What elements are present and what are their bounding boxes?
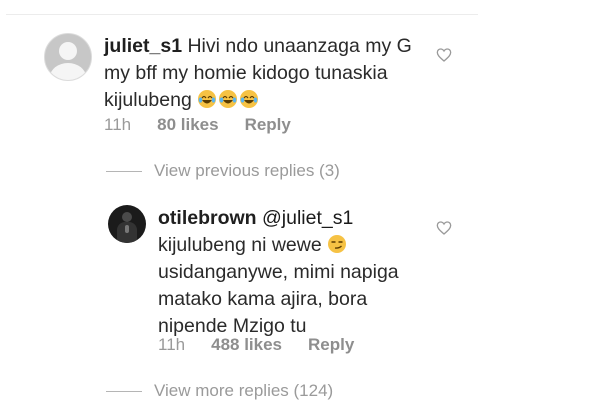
comment-text: juliet_s1 Hivi ndo unaanzaga my G my bff…: [104, 33, 412, 114]
view-previous-replies-link[interactable]: View previous replies (3): [106, 161, 340, 181]
comment-time: 11h: [104, 115, 132, 134]
view-previous-replies-label: View previous replies (3): [154, 161, 340, 180]
view-more-replies-link[interactable]: View more replies (124): [106, 381, 333, 401]
like-heart-icon[interactable]: [436, 47, 452, 63]
mention-link[interactable]: @juliet_s1: [262, 207, 353, 229]
emoji-row: [197, 89, 260, 111]
reply-text-line3: matako kama ajira, bora: [158, 288, 368, 310]
comment-text-line3: kijulubeng: [104, 89, 192, 111]
smirk-emoji-icon: [328, 235, 347, 253]
avatar-icon[interactable]: [108, 205, 146, 243]
reply-button[interactable]: Reply: [245, 115, 291, 135]
likes-count[interactable]: 80 likes: [157, 115, 218, 135]
comment-meta: 11h 80 likes Reply: [104, 115, 291, 135]
thread-line: [106, 170, 142, 172]
reply-meta: 11h 488 likes Reply: [158, 335, 354, 355]
thread-line: [106, 390, 142, 392]
laughing-crying-emoji-icon: [240, 90, 259, 108]
top-divider: [6, 14, 478, 15]
reply-text-line4: nipende Mzigo tu: [158, 315, 307, 337]
reply-text-line1: kijulubeng ni wewe: [158, 234, 322, 256]
reply-text: otilebrown @juliet_s1 kijulubeng ni wewe…: [158, 205, 399, 340]
likes-count[interactable]: 488 likes: [211, 335, 282, 355]
reply-time: 11h: [158, 335, 186, 354]
comment-username[interactable]: juliet_s1: [104, 35, 182, 57]
comment-text-line2: my bff my homie kidogo tunaskia: [104, 62, 388, 84]
reply-username[interactable]: otilebrown: [158, 207, 257, 229]
avatar-placeholder-icon[interactable]: [44, 33, 92, 81]
laughing-crying-emoji-icon: [219, 90, 238, 108]
comment-text-line1: Hivi ndo unaanzaga my G: [187, 35, 412, 57]
like-heart-icon[interactable]: [436, 220, 452, 236]
view-more-replies-label: View more replies (124): [154, 381, 334, 400]
reply-button[interactable]: Reply: [308, 335, 354, 355]
laughing-crying-emoji-icon: [198, 90, 217, 108]
reply-text-line2: usidanganywe, mimi napiga: [158, 261, 399, 283]
